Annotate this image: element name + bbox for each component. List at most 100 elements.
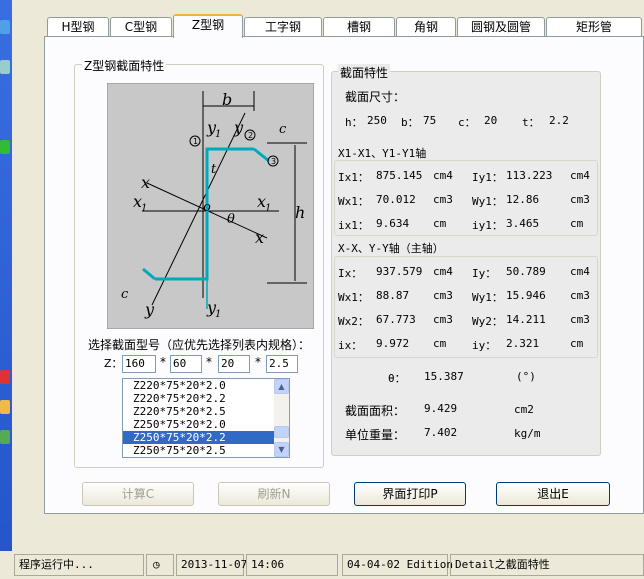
exit-button[interactable]: 退出E (496, 482, 610, 506)
status-edition: 04-04-02 Edition (342, 554, 453, 576)
dim-b-label: b： (401, 116, 419, 129)
axis-y-top: y (233, 118, 244, 137)
scroll-thumb[interactable] (274, 426, 289, 438)
left-group-title: Z型钢截面特性 (82, 57, 167, 74)
scroll-down-icon[interactable]: ▼ (274, 442, 289, 457)
dim-c-value: 20 (480, 112, 514, 130)
tab-z-steel[interactable]: Z型钢 (173, 14, 243, 38)
axis-x-left: x (141, 173, 150, 192)
row-right-unit: cm4 (570, 265, 590, 278)
row-right-label: iy1： (472, 219, 503, 232)
row-left-value: 9.634 (372, 215, 428, 233)
dim-t-value: 2.2 (545, 112, 577, 130)
z-height-input[interactable]: 160 (122, 355, 156, 373)
list-item[interactable]: Z220*75*20*2.0 (123, 379, 289, 392)
calculate-button[interactable]: 计算C (82, 482, 194, 506)
row-left-value: 9.972 (372, 335, 428, 353)
row-left-unit: cm3 (433, 313, 453, 326)
row-right-label: Wy1： (472, 291, 503, 304)
row-left-value: 88.87 (372, 287, 428, 305)
row-left-label: ix： (338, 339, 363, 352)
row-left-unit: cm (433, 337, 447, 350)
list-item[interactable]: Z220*75*20*2.5 (123, 405, 289, 418)
star-2: * (206, 355, 212, 369)
row-left-label: Ix： (338, 267, 363, 280)
row-left-value: 70.012 (372, 191, 428, 209)
tab-h-steel[interactable]: H型钢 (47, 17, 109, 37)
z-width-input[interactable]: 60 (170, 355, 202, 373)
row-right-value: 113.223 (502, 167, 562, 185)
axis-y1-bottom-sub: 1 (215, 309, 221, 320)
status-date: 2013-11-07 (176, 554, 247, 576)
status-running: 程序运行中... (14, 554, 144, 576)
marker-3: 3 (271, 157, 276, 166)
status-time: 14:06 (246, 554, 338, 576)
row-right-label: iy： (472, 339, 497, 352)
dim-c-label: c： (458, 116, 476, 129)
z-thickness-input[interactable]: 2.5 (266, 355, 298, 373)
row-left-label: ix1： (338, 219, 369, 232)
row-left-label: Ix1： (338, 171, 369, 184)
row-right-value: 3.465 (502, 215, 562, 233)
tab-rect-tube[interactable]: 矩形管 (546, 17, 642, 37)
print-button[interactable]: 界面打印P (354, 482, 466, 506)
area-label: 截面面积： (345, 404, 406, 418)
refresh-button[interactable]: 刷新N (218, 482, 330, 506)
tab-round[interactable]: 圆钢及圆管 (457, 17, 545, 37)
z-lip-input[interactable]: 20 (218, 355, 250, 373)
dim-c-bottom: c (121, 287, 129, 302)
axis-x-right: x (255, 228, 264, 247)
row-left-label: Wx1： (338, 291, 369, 304)
marker-1: 1 (193, 137, 198, 146)
row-left-value: 937.579 (372, 263, 428, 281)
list-item[interactable]: Z250*75*20*2.0 (123, 418, 289, 431)
row-right-unit: cm (570, 337, 584, 350)
row-right-label: Iy： (472, 267, 497, 280)
axis-y-bottom: y (144, 300, 155, 319)
list-item[interactable]: Z220*75*20*2.2 (123, 392, 289, 405)
weight-unit: kg/m (514, 427, 541, 440)
scroll-up-icon[interactable]: ▲ (274, 379, 289, 394)
theta-label: θ： (388, 372, 406, 385)
row-right-value: 15.946 (502, 287, 562, 305)
right-group-title: 截面特性 (338, 64, 391, 81)
row-left-unit: cm3 (433, 193, 453, 206)
tab-i-beam[interactable]: 工字钢 (244, 17, 322, 37)
theta-value: 15.387 (420, 368, 498, 386)
row-right-value: 12.86 (502, 191, 562, 209)
z-label: Z： (104, 357, 123, 370)
axis2-label: X-X、Y-Y轴（主轴） (338, 242, 444, 255)
row-right-unit: cm4 (570, 169, 590, 182)
dim-b: b (222, 90, 232, 109)
row-left-unit: cm3 (433, 289, 453, 302)
row-right-unit: cm3 (570, 313, 590, 326)
row-right-label: Wy2： (472, 315, 503, 328)
list-scrollbar[interactable]: ▲ ▼ (274, 379, 289, 457)
dim-h-label: h： (345, 116, 363, 129)
row-right-value: 2.321 (502, 335, 562, 353)
dim-t: t (211, 162, 217, 177)
desktop-strip (0, 0, 12, 579)
row-right-value: 50.789 (502, 263, 562, 281)
row-right-label: Wy1： (472, 195, 503, 208)
area-unit: cm2 (514, 403, 534, 416)
list-item[interactable]: Z250*75*20*2.5 (123, 444, 289, 457)
star-3: * (255, 355, 261, 369)
select-section-label: 选择截面型号（应优先选择列表内规格）： (88, 338, 311, 352)
section-listbox[interactable]: Z220*75*20*2.0 Z220*75*20*2.2 Z220*75*20… (122, 378, 290, 458)
tab-c-steel[interactable]: C型钢 (110, 17, 172, 37)
axis-y1-top-sub: 1 (215, 129, 221, 140)
origin-o: o (203, 200, 211, 215)
row-left-label: Wx2： (338, 315, 369, 328)
tab-channel[interactable]: 槽钢 (323, 17, 395, 37)
dim-t-label: t： (522, 116, 540, 129)
row-left-unit: cm (433, 217, 447, 230)
row-left-label: Wx1： (338, 195, 369, 208)
theta-unit: (°) (516, 370, 536, 383)
list-item-selected[interactable]: Z250*75*20*2.2 (123, 431, 289, 444)
dim-c-top: c (279, 122, 287, 137)
weight-value: 7.402 (420, 424, 498, 442)
star-1: * (160, 355, 166, 369)
tab-angle[interactable]: 角钢 (396, 17, 456, 37)
dim-b-value: 75 (419, 112, 451, 130)
